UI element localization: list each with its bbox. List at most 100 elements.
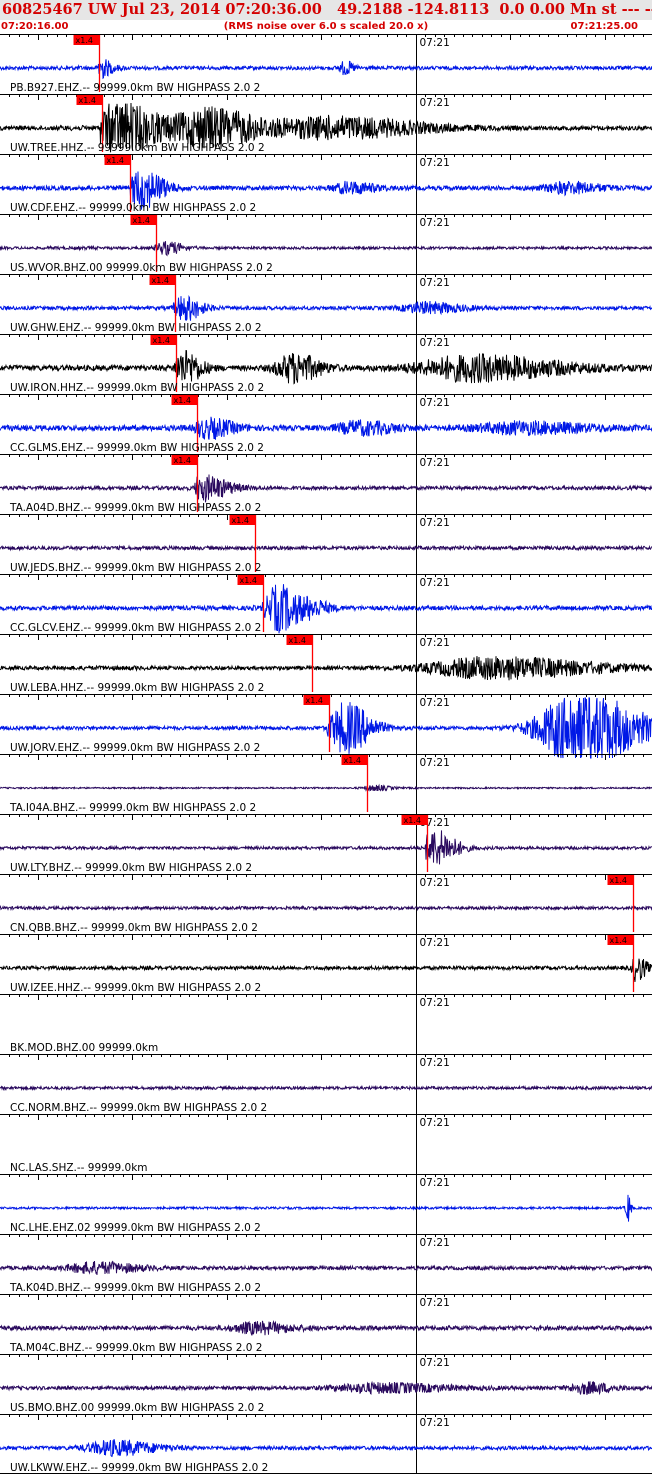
trace-panel: 07:21 x1.4 US.WVOR.BHZ.00 99999.0km BW HIG… [0, 214, 652, 274]
trace-panel: 07:21x1.4UW.LTY.BHZ.-- 99999.0km BW HIGH… [0, 814, 652, 874]
pick-label: x1.4 [133, 216, 150, 225]
station-label: US.BMO.BHZ.00 99999.0km BW HIGHPASS 2.0 … [10, 1402, 264, 1414]
station-label: TA.M04C.BHZ.-- 99999.0km BW HIGHPASS 2.0… [9, 1342, 262, 1354]
trace-panel: 07:21 x1.4 PB.B927.EHZ.-- 99999.0km BW HIG… [0, 34, 652, 94]
minute-label: 07:21 [420, 1297, 450, 1309]
pick-label: x1.4 [107, 156, 124, 165]
pick-label: x1.4 [174, 456, 191, 465]
station-label: UW.TREE.HHZ.-- 99999.0km BW HIGHPASS 2.0… [10, 142, 265, 154]
station-label: UW.IRON.HHZ.-- 99999.0km BW HIGHPASS 2.0… [10, 382, 264, 394]
station-label: UW.GHW.EHZ.-- 99999.0km BW HIGHPASS 2.0 … [10, 322, 262, 334]
trace-panel: 07:21 BK.MOD.BHZ.00 99999.0km [0, 994, 652, 1054]
minute-label: 07:21 [420, 937, 450, 949]
trace-panel: 07:21 x1.4 CC.GLMS.EHZ.-- 99999.0km BW HIG… [0, 394, 652, 454]
station-label: UW.JEDS.BHZ.-- 99999.0km BW HIGHPASS 2.0… [10, 562, 261, 574]
station-label: CN.QBB.BHZ.-- 99999.0km BW HIGHPASS 2.0 … [10, 922, 258, 934]
station-label: TA.A04D.BHZ.-- 99999.0km BW HIGHPASS 2.0… [9, 502, 261, 514]
station-label: CC.GLMS.EHZ.-- 99999.0km BW HIGHPASS 2.0… [10, 442, 264, 454]
minute-label: 07:21 [420, 337, 450, 349]
trace-panel: 07:21 x1.4 CC.GLCV.EHZ.-- 99999.0km BW HIG… [0, 574, 652, 634]
minute-label: 07:21 [420, 757, 450, 769]
trace-panel: 07:21 x1.4 UW.GHW.EHZ.-- 99999.0km BW HIGH… [0, 274, 652, 334]
waveform [0, 1439, 652, 1458]
rms-note: (RMS noise over 6.0 s scaled 20.0 x) [223, 21, 429, 32]
pick-label: x1.4 [232, 516, 249, 525]
waveform [0, 1380, 652, 1396]
waveform [0, 1320, 652, 1336]
minute-label: 07:21 [420, 1117, 450, 1129]
minute-label: 07:21 [420, 697, 450, 709]
trace-panel: 07:21 x1.4 UW.LEBA.HHZ.-- 99999.0km BW HIG… [0, 634, 652, 694]
trace-panel: 07:21 x1.4 UW.JEDS.BHZ.-- 99999.0km BW HIG… [0, 514, 652, 574]
trace-panel: 07:21 x1.4 TA.A04D.BHZ.-- 99999.0km BW HIG… [0, 454, 652, 514]
time-range-bar: 07:20:16.00 (RMS noise over 6.0 s scaled… [0, 20, 652, 34]
minute-label: 07:21 [420, 517, 450, 529]
station-label: NC.LAS.SHZ.-- 99999.0km [10, 1162, 148, 1174]
station-label: UW.LTY.BHZ.-- 99999.0km BW HIGHPASS 2.0 … [10, 862, 252, 874]
station-label: PB.B927.EHZ.-- 99999.0km BW HIGHPASS 2.0… [10, 82, 260, 94]
trace-panel: 07:21 x1.4 UW.CDF.EHZ.-- 99999.0km BW HIGH… [0, 154, 652, 214]
trace-panel: 07:21 NC.LHE.EHZ.02 99999.0km BW HIGHPASS… [0, 1174, 652, 1234]
station-label: CC.GLCV.EHZ.-- 99999.0km BW HIGHPASS 2.0… [10, 622, 261, 634]
minute-label: 07:21 [420, 97, 450, 109]
waveform [0, 783, 652, 792]
pick-label: x1.4 [79, 96, 96, 105]
minute-label: 07:21 [420, 1237, 450, 1249]
waveform [0, 295, 652, 322]
trace-panel: 07:21 CC.NORM.BHZ.-- 99999.0km BW HIGHPAS… [0, 1054, 652, 1114]
event-title: 60825467 UW Jul 23, 2014 07:20:36.00 49.… [2, 1, 652, 18]
waveform [0, 349, 652, 385]
trace-panel: 07:21 x1.4 UW.IRON.HHZ.-- 99999.0km BW HIG… [0, 334, 652, 394]
minute-label: 07:21 [420, 37, 450, 49]
station-label: CC.NORM.BHZ.-- 99999.0km BW HIGHPASS 2.0… [10, 1102, 267, 1114]
trace-panel: 07:21 x1.4 UW.IZEE.HHZ.-- 99999.0km BW HIG… [0, 934, 652, 994]
minute-label: 07:21 [420, 1417, 450, 1429]
trace-panel: 07:21 x1.4 TA.I04A.BHZ.-- 99999.0km BW HIG… [0, 754, 652, 814]
station-label: BK.MOD.BHZ.00 99999.0km [10, 1042, 158, 1054]
waveform [0, 830, 652, 865]
waveform [0, 656, 652, 681]
waveform [0, 904, 652, 912]
trace-panel: 07:21 x1.4 CN.QBB.BHZ.-- 99999.0km BW HIGH… [0, 874, 652, 934]
pick-label: x1.4 [610, 876, 627, 885]
minute-label: 07:21 [420, 217, 450, 229]
pick-label: x1.4 [306, 696, 323, 705]
trace-panel: 07:21 TA.K04D.BHZ.-- 99999.0km BW HIGHPAS… [0, 1234, 652, 1294]
waveform [0, 1260, 652, 1276]
trace-panel: 07:21 US.BMO.BHZ.00 99999.0km BW HIGHPASS… [0, 1354, 652, 1414]
waveform [0, 1194, 652, 1222]
station-label: UW.LKWW.EHZ.-- 99999.0km BW HIGHPASS 2.0… [10, 1462, 268, 1474]
waveform [0, 59, 652, 80]
minute-label: 07:21 [420, 157, 450, 169]
trace-panel: 07:21 x1.4 UW.JORV.EHZ.-- 99999.0km BW HIG… [0, 694, 652, 759]
pick-label: x1.4 [240, 576, 257, 585]
waveform [0, 1084, 652, 1092]
station-label: UW.CDF.EHZ.-- 99999.0km BW HIGHPASS 2.0 … [10, 202, 256, 214]
station-label: TA.K04D.BHZ.-- 99999.0km BW HIGHPASS 2.0… [9, 1282, 261, 1294]
minute-label: 07:21 [420, 397, 450, 409]
station-label: NC.LHE.EHZ.02 99999.0km BW HIGHPASS 2.0 … [10, 1222, 261, 1234]
trace-panel: 07:21 UW.LKWW.EHZ.-- 99999.0km BW HIGHPAS… [0, 1414, 652, 1474]
pick-label: x1.4 [610, 936, 627, 945]
minute-label: 07:21 [420, 577, 450, 589]
pick-label: x1.4 [76, 36, 93, 45]
station-label: TA.I04A.BHZ.-- 99999.0km BW HIGHPASS 2.0… [9, 802, 256, 814]
station-label: UW.JORV.EHZ.-- 99999.0km BW HIGHPASS 2.0… [10, 742, 260, 754]
station-label: US.WVOR.BHZ.00 99999.0km BW HIGHPASS 2.0… [10, 262, 273, 274]
minute-label: 07:21 [420, 457, 450, 469]
waveform [0, 416, 652, 441]
minute-label: 07:21 [420, 277, 450, 289]
minute-label: 07:21 [420, 997, 450, 1009]
minute-label: 07:21 [420, 877, 450, 889]
trace-panel: 07:21 TA.M04C.BHZ.-- 99999.0km BW HIGHPAS… [0, 1294, 652, 1354]
waveform [0, 958, 652, 982]
event-header: 60825467 UW Jul 23, 2014 07:20:36.00 49.… [0, 0, 652, 20]
minute-label: 07:21 [420, 637, 450, 649]
trace-panel: 07:21 NC.LAS.SHZ.-- 99999.0km [0, 1114, 652, 1174]
pick-label: x1.4 [174, 396, 191, 405]
pick-label: x1.4 [404, 816, 421, 825]
pick-label: x1.4 [152, 276, 169, 285]
station-label: UW.LEBA.HHZ.-- 99999.0km BW HIGHPASS 2.0… [10, 682, 264, 694]
waveform [0, 241, 652, 257]
seismogram-plot: 07:21 x1.4 PB.B927.EHZ.-- 99999.0km BW HIG… [0, 34, 652, 1474]
